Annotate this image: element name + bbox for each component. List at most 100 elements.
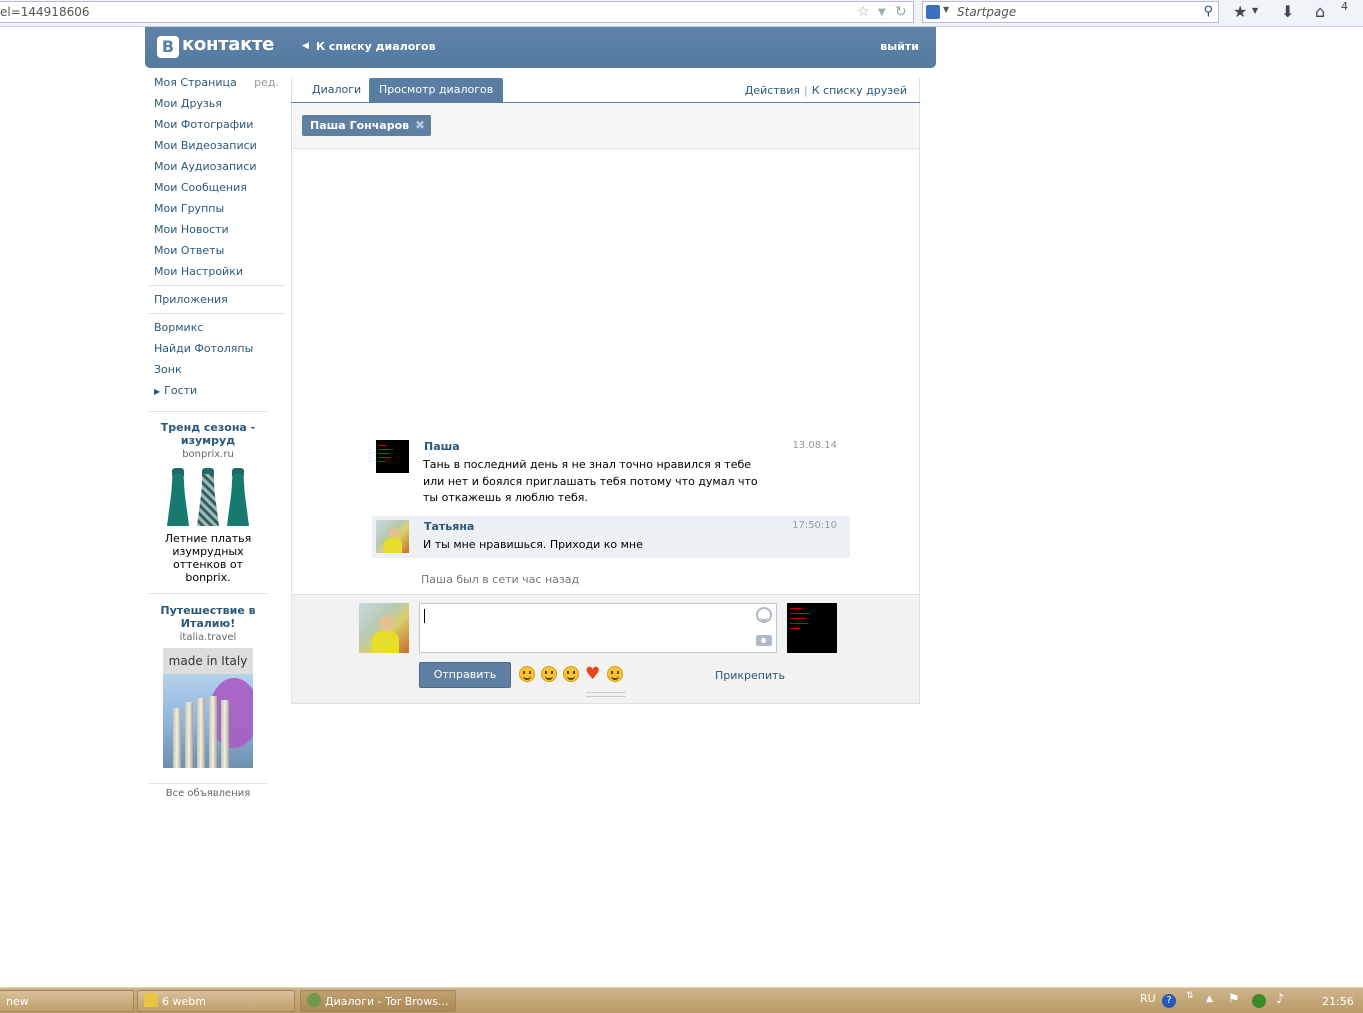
site-header: В контакте ◀ К списку диалогов выйти — [145, 27, 936, 68]
online-status: Паша был в сети час назад — [421, 573, 580, 586]
download-icon[interactable]: ⬇ — [1281, 2, 1294, 21]
language-indicator[interactable]: RU — [1140, 992, 1156, 1005]
help-icon[interactable]: ? — [1162, 994, 1176, 1008]
volume-icon[interactable]: ♪ — [1276, 992, 1290, 1007]
menu-item-messages[interactable]: Мои Сообщения — [149, 177, 285, 198]
message-input[interactable] — [419, 603, 777, 653]
menu-item-label[interactable]: Гости — [164, 384, 197, 397]
ad-title[interactable]: Тренд сезона - изумруд — [149, 421, 267, 447]
ad-image-dresses[interactable] — [149, 468, 267, 532]
menu-item-wormix[interactable]: Вормикс — [149, 317, 285, 338]
peer-bar: Паша Гончаров ✖ — [292, 103, 919, 149]
language-options-icon[interactable]: ⇅ — [1186, 991, 1200, 1005]
ad-image-italy[interactable]: made in Italy — [149, 648, 267, 768]
emoji-grin-icon[interactable] — [541, 666, 557, 682]
friends-list-link[interactable]: К списку друзей — [812, 84, 907, 97]
menu-item-my-page[interactable]: Моя Страница ред. — [149, 72, 285, 93]
bookmark-star-icon[interactable]: ☆ — [857, 4, 870, 20]
home-icon[interactable]: ⌂ — [1315, 2, 1325, 21]
bookmarks-icon[interactable]: ★ — [1233, 2, 1247, 21]
ad-bonprix[interactable]: Тренд сезона - изумруд bonprix.ru Летние… — [149, 421, 267, 584]
camera-icon[interactable] — [756, 635, 772, 646]
menu-item-guests[interactable]: ▶ Гости — [149, 380, 285, 401]
tab-links: Действия | К списку друзей — [745, 84, 907, 97]
message-date[interactable]: 17:50:10 — [792, 520, 837, 531]
menu-item-videos[interactable]: Мои Видеозаписи — [149, 135, 285, 156]
back-arrow-icon: ◀ — [302, 41, 309, 51]
avatar[interactable] — [376, 440, 409, 473]
avatar[interactable] — [376, 520, 409, 553]
left-menu: Моя Страница ред. Мои Друзья Мои Фотограф… — [149, 72, 285, 401]
menu-item-friends[interactable]: Мои Друзья — [149, 93, 285, 114]
search-engine-icon[interactable] — [926, 5, 940, 19]
reload-icon[interactable]: ↻ — [895, 4, 907, 20]
network-icon[interactable] — [1252, 994, 1266, 1008]
peer-name: Паша Гончаров — [310, 119, 410, 132]
ads-divider — [149, 411, 267, 412]
emoji-laugh-icon[interactable] — [563, 666, 579, 682]
ad-banner-text: made in Italy — [163, 648, 253, 674]
tab-view-dialogs[interactable]: Просмотр диалогов — [369, 78, 504, 102]
ad-text: Летние платья изумрудных оттенков от bon… — [164, 532, 252, 584]
taskbar-item-new[interactable]: new — [0, 990, 134, 1012]
search-placeholder: Startpage — [957, 5, 1017, 19]
address-bar[interactable]: el=144918606 ☆ ▼ ↻ — [0, 1, 914, 23]
action-center-flag-icon[interactable]: ⚑ — [1228, 992, 1242, 1007]
taskbar-item-tor-browser[interactable]: Диалоги - Tor Brows... — [300, 990, 456, 1012]
my-avatar[interactable] — [359, 603, 409, 653]
taskbar-item-label: 6 webm — [162, 995, 206, 1008]
taskbar-item-webm[interactable]: 6 webm — [137, 990, 295, 1012]
peer-token[interactable]: Паша Гончаров ✖ — [302, 115, 432, 136]
menu-item-label[interactable]: Моя Страница — [154, 76, 237, 89]
engine-dropdown-icon[interactable]: ▼ — [943, 5, 949, 14]
bookmarks-dropdown-icon[interactable]: ▼ — [1252, 6, 1258, 15]
vk-logo-icon[interactable]: В — [157, 36, 179, 58]
message-text: И ты мне нравишься. Приходи ко мне — [423, 538, 643, 551]
clock[interactable]: 21:56 — [1322, 995, 1354, 1008]
menu-item-photos[interactable]: Мои Фотографии — [149, 114, 285, 135]
edit-link[interactable]: ред. — [254, 72, 279, 93]
menu-item-apps[interactable]: Приложения — [149, 289, 285, 310]
ad-italy[interactable]: Путешествие в Италию! italia.travel made… — [149, 604, 267, 768]
attach-link[interactable]: Прикрепить — [715, 669, 785, 682]
history-dropdown-icon[interactable]: ▼ — [878, 7, 886, 18]
message-date[interactable]: 13.08.14 — [792, 440, 837, 451]
emoji-wink-icon[interactable] — [519, 666, 535, 682]
ad-title[interactable]: Путешествие в Италию! — [149, 604, 267, 630]
smile-icon[interactable] — [756, 607, 772, 623]
message-author[interactable]: Паша — [424, 440, 460, 453]
menu-item-fotolyapy[interactable]: Найди Фотоляпы — [149, 338, 285, 359]
all-ads-link[interactable]: Все объявления — [149, 788, 267, 799]
menu-divider — [149, 285, 285, 286]
message-item[interactable]: Татьяна 17:50:10 И ты мне нравишься. При… — [372, 516, 850, 558]
search-bar[interactable]: ▼ Startpage ⚲ — [922, 1, 1219, 23]
menu-item-groups[interactable]: Мои Группы — [149, 198, 285, 219]
logout-link[interactable]: выйти — [880, 40, 919, 53]
send-button[interactable]: Отправить — [419, 662, 511, 688]
menu-item-zonk[interactable]: Зонк — [149, 359, 285, 380]
show-hidden-icons-icon[interactable]: ▲ — [1206, 994, 1220, 1008]
taskbar-item-label: new — [6, 995, 29, 1008]
tab-dialogs[interactable]: Диалоги — [302, 78, 371, 102]
message-item[interactable]: Паша 13.08.14 Тань в последний день я не… — [372, 436, 850, 512]
actions-link[interactable]: Действия — [745, 84, 800, 97]
search-icon[interactable]: ⚲ — [1203, 4, 1213, 19]
ad-domain: italia.travel — [179, 632, 237, 643]
vk-logo-text[interactable]: контакте — [182, 34, 274, 55]
ad-domain: bonprix.ru — [182, 449, 234, 460]
tab-count[interactable]: 4 — [1341, 0, 1348, 13]
back-to-dialogs-link[interactable]: К списку диалогов — [316, 40, 436, 53]
menu-item-answers[interactable]: Мои Ответы — [149, 240, 285, 261]
message-author[interactable]: Татьяна — [424, 520, 474, 533]
taskbar-item-label: Диалоги - Tor Brows... — [325, 995, 449, 1008]
menu-item-audios[interactable]: Мои Аудиозаписи — [149, 156, 285, 177]
peer-avatar[interactable] — [787, 603, 837, 653]
emoji-smile-icon[interactable] — [607, 666, 623, 682]
emoji-heart-icon[interactable]: ♥ — [585, 666, 602, 683]
menu-item-settings[interactable]: Мои Настройки — [149, 261, 285, 282]
close-icon[interactable]: ✖ — [415, 115, 425, 136]
resize-handle[interactable] — [586, 692, 626, 697]
os-taskbar: new 6 webm Диалоги - Tor Brows... RU ? ⇅… — [0, 987, 1363, 1013]
menu-item-news[interactable]: Мои Новости — [149, 219, 285, 240]
ads-divider — [149, 593, 267, 594]
